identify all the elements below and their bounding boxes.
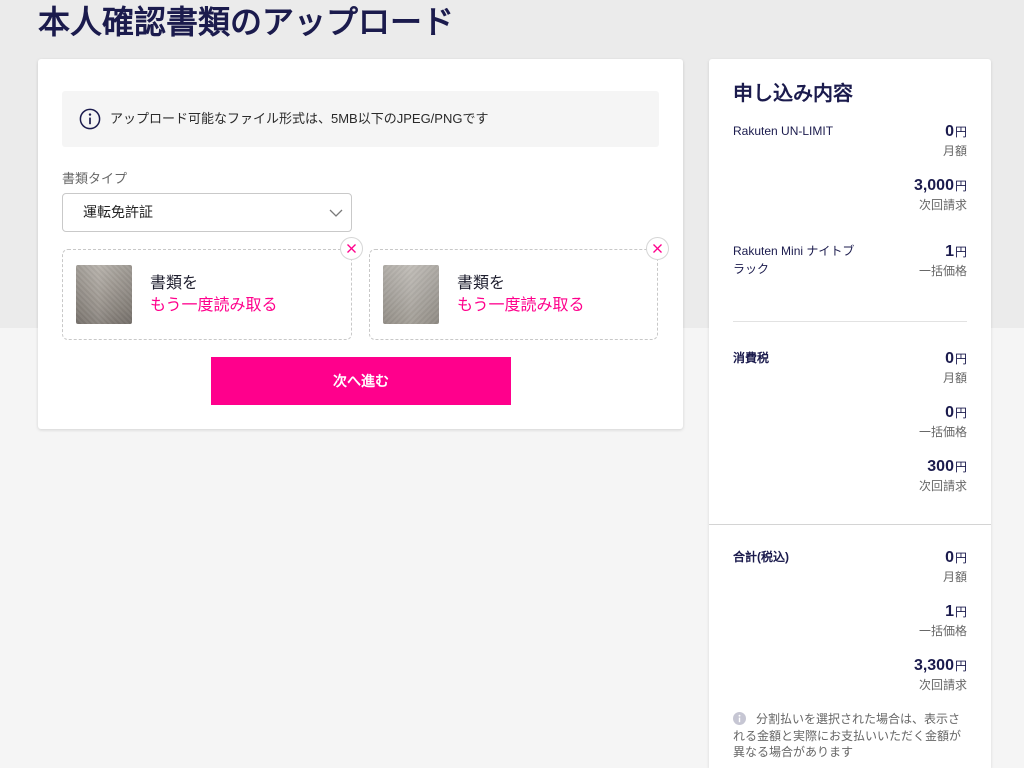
price-entry: 0円 月額 (867, 349, 967, 403)
document-card-label: 書類を (150, 275, 199, 292)
currency-unit: 円 (954, 460, 967, 474)
price-label: 月額 (942, 144, 967, 158)
price-amount: 1円 (867, 242, 967, 262)
installment-note-text: 分割払いを選択された場合は、表示される金額と実際にお支払いいただく金額が異なる場… (733, 712, 962, 759)
installment-note: 分割払いを選択された場合は、表示される金額と実際にお支払いいただく金額が異なる場… (733, 711, 967, 761)
price-amount: 0円 (867, 403, 967, 423)
line-item-name: Rakuten Mini ナイトブラック (733, 244, 855, 276)
amount-value: 0 (945, 404, 954, 421)
line-item-prices: 0円 月額 3,000円 次回請求 (867, 122, 967, 230)
document-type-label: 書類タイプ (62, 171, 128, 186)
price-label: 一括価格 (918, 425, 967, 439)
currency-unit: 円 (954, 125, 967, 139)
amount-value: 0 (945, 350, 954, 367)
tax-label: 消費税 (733, 351, 770, 365)
price-amount: 300円 (867, 457, 967, 477)
price-entry: 1円 一括価格 (867, 602, 967, 656)
remove-document-button[interactable] (646, 237, 669, 260)
price-label: 次回請求 (918, 198, 967, 212)
price-entry: 0円 月額 (867, 548, 967, 602)
order-summary-panel: 申し込み内容 Rakuten UN-LIMIT 0円 月額 3,000円 次回請… (709, 59, 991, 768)
document-card-text: 書類を もう一度読み取る (457, 273, 585, 317)
line-item-prices: 1円 一括価格 (867, 242, 967, 296)
uploaded-document-card[interactable]: 書類を もう一度読み取る (369, 237, 669, 340)
currency-unit: 円 (954, 605, 967, 619)
uploaded-document-card[interactable]: 書類を もう一度読み取る (62, 237, 363, 340)
price-label: 月額 (942, 371, 967, 385)
document-thumbnail (76, 265, 132, 324)
amount-value: 300 (927, 458, 954, 475)
price-label: 次回請求 (918, 479, 967, 493)
total-label: 合計(税込) (733, 550, 789, 564)
document-thumbnail (383, 265, 439, 324)
rescan-link[interactable]: もう一度読み取る (150, 295, 278, 317)
price-amount: 1円 (867, 602, 967, 622)
currency-unit: 円 (954, 245, 967, 259)
close-icon (346, 243, 357, 254)
currency-unit: 円 (954, 551, 967, 565)
total-prices: 0円 月額 1円 一括価格 3,300円 次回請求 (867, 548, 967, 710)
amount-value: 0 (945, 549, 954, 566)
summary-divider (733, 321, 967, 322)
info-icon (79, 108, 101, 130)
price-entry: 300円 次回請求 (867, 457, 967, 511)
price-entry: 3,300円 次回請求 (867, 656, 967, 710)
price-amount: 3,000円 (867, 176, 967, 196)
document-type-value: 運転免許証 (83, 204, 153, 220)
price-amount: 0円 (867, 122, 967, 142)
info-icon (733, 712, 746, 725)
price-entry: 0円 月額 (867, 122, 967, 176)
rescan-link[interactable]: もう一度読み取る (457, 295, 585, 317)
file-format-notice: アップロード可能なファイル形式は、5MB以下のJPEG/PNGです (62, 91, 659, 147)
currency-unit: 円 (954, 179, 967, 193)
document-card-text: 書類を もう一度読み取る (150, 273, 278, 317)
price-amount: 0円 (867, 548, 967, 568)
currency-unit: 円 (954, 406, 967, 420)
price-label: 一括価格 (918, 264, 967, 278)
amount-value: 3,300 (913, 657, 954, 674)
remove-document-button[interactable] (340, 237, 363, 260)
price-entry: 0円 一括価格 (867, 403, 967, 457)
amount-value: 1 (945, 243, 954, 260)
chevron-down-icon (329, 209, 343, 217)
price-label: 月額 (942, 570, 967, 584)
price-amount: 0円 (867, 349, 967, 369)
price-entry: 3,000円 次回請求 (867, 176, 967, 230)
next-button[interactable]: 次へ進む (211, 357, 511, 405)
document-card-label: 書類を (457, 275, 506, 292)
document-type-select[interactable]: 運転免許証 (62, 193, 352, 232)
amount-value: 0 (945, 123, 954, 140)
close-icon (652, 243, 663, 254)
line-item-name: Rakuten UN-LIMIT (733, 124, 834, 138)
upload-form-card: アップロード可能なファイル形式は、5MB以下のJPEG/PNGです 書類タイプ … (38, 59, 683, 429)
price-amount: 3,300円 (867, 656, 967, 676)
price-label: 一括価格 (918, 624, 967, 638)
file-format-text: アップロード可能なファイル形式は、5MB以下のJPEG/PNGです (110, 111, 489, 126)
price-label: 次回請求 (918, 678, 967, 692)
page-title: 本人確認書類のアップロード (38, 4, 455, 40)
summary-section-divider (709, 524, 991, 525)
amount-value: 3,000 (913, 177, 954, 194)
price-entry: 1円 一括価格 (867, 242, 967, 296)
tax-prices: 0円 月額 0円 一括価格 300円 次回請求 (867, 349, 967, 511)
currency-unit: 円 (954, 659, 967, 673)
order-summary-title: 申し込み内容 (733, 83, 853, 105)
currency-unit: 円 (954, 352, 967, 366)
amount-value: 1 (945, 603, 954, 620)
